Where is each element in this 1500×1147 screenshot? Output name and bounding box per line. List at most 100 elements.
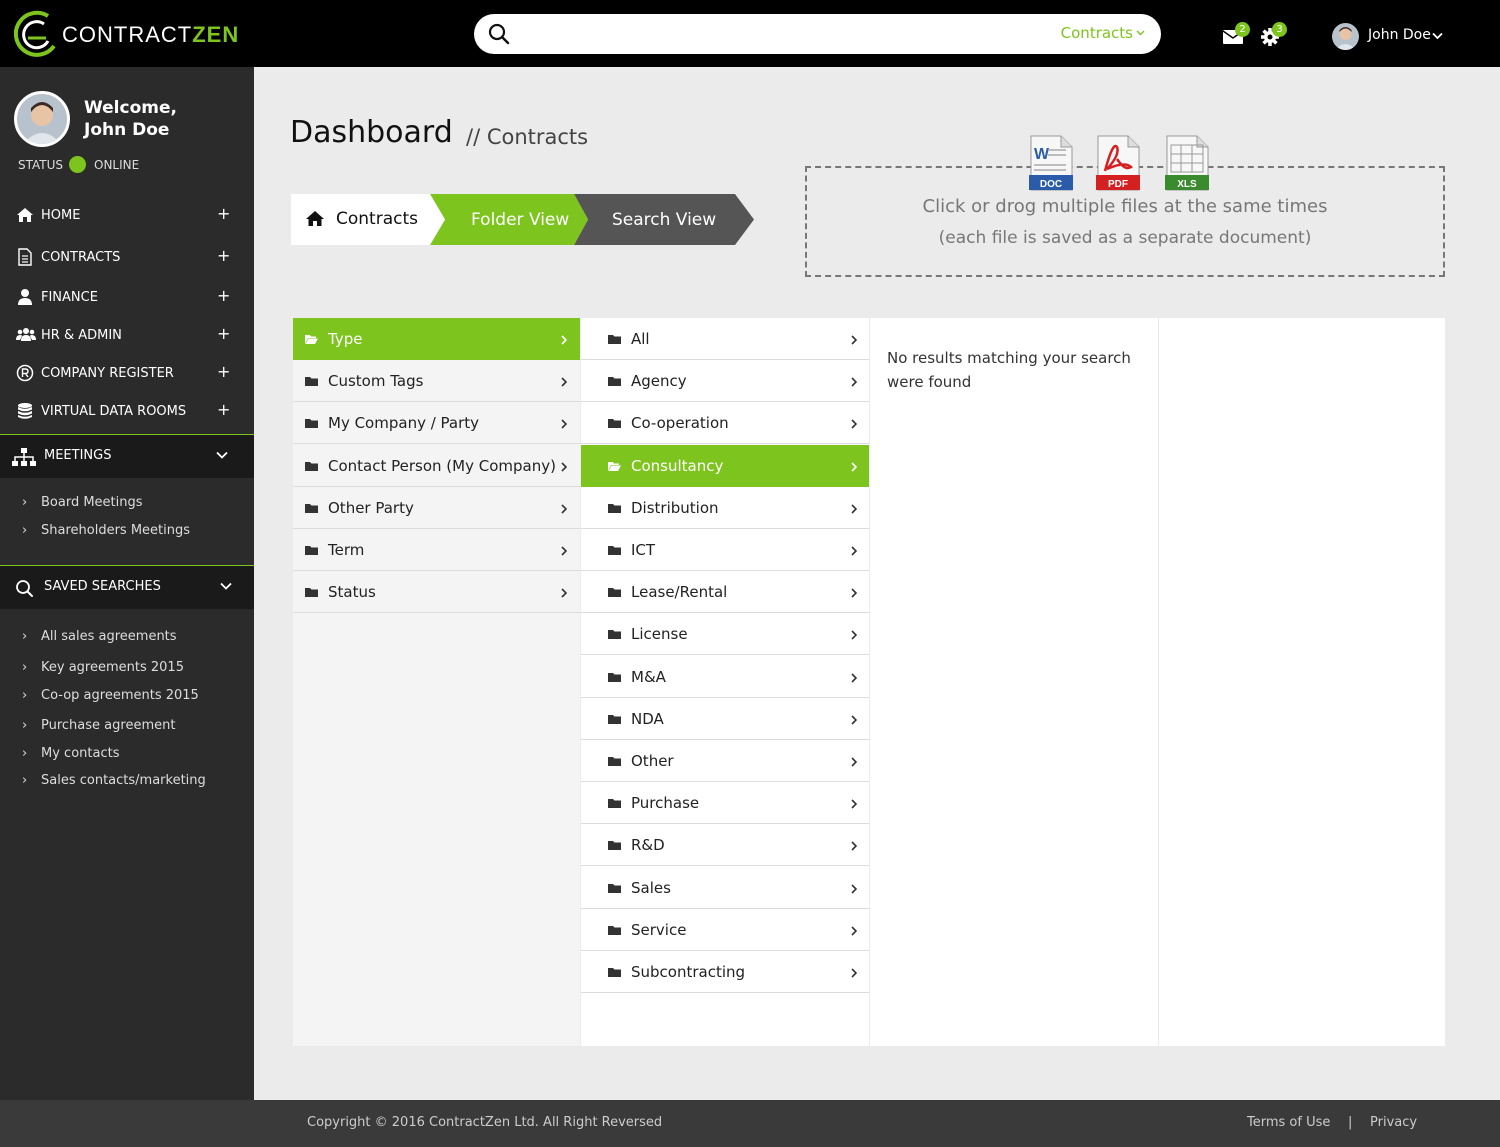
folder-row-label: ICT xyxy=(631,541,656,559)
folder-row-consultancy[interactable]: Consultancy xyxy=(581,444,869,487)
user-avatar[interactable] xyxy=(1332,23,1359,50)
folder-row-status[interactable]: Status xyxy=(293,571,580,614)
expand-plus-icon[interactable]: + xyxy=(217,286,230,305)
saved-search-item[interactable]: › My contacts xyxy=(22,746,119,761)
expand-plus-icon[interactable]: + xyxy=(217,204,230,223)
folder-row-subcontracting[interactable]: Subcontracting xyxy=(581,951,869,993)
chevron-right-icon: › xyxy=(22,523,28,538)
tab-contracts[interactable]: Contracts xyxy=(336,209,418,229)
chevron-right-icon xyxy=(561,504,567,514)
folder-row-my-company-party[interactable]: My Company / Party xyxy=(293,402,580,445)
folder-row-purchase[interactable]: Purchase xyxy=(581,782,869,825)
user-icon xyxy=(18,289,32,305)
tab-search-view[interactable]: Search View xyxy=(612,210,716,230)
folder-icon xyxy=(608,799,621,809)
folder-row-other-party[interactable]: Other Party xyxy=(293,487,580,529)
folder-row-label: Contact Person (My Company) xyxy=(328,456,556,475)
chevron-down-icon[interactable] xyxy=(1136,28,1145,37)
chevron-down-icon[interactable] xyxy=(1432,32,1443,40)
sidebar-section-meetings[interactable]: MEETINGS xyxy=(0,434,254,478)
folder-row-distribution[interactable]: Distribution xyxy=(581,487,869,529)
search-input[interactable] xyxy=(522,22,1062,46)
expand-plus-icon[interactable]: + xyxy=(217,400,230,419)
sidebar-subitem-board-meetings[interactable]: › Board Meetings xyxy=(22,495,143,510)
folder-row-lease-rental[interactable]: Lease/Rental xyxy=(581,571,869,614)
search-icon[interactable] xyxy=(488,23,510,45)
footer-separator: | xyxy=(1348,1115,1353,1130)
sidebar-item-virtual-data-rooms[interactable]: VIRTUAL DATA ROOMS + xyxy=(0,394,254,430)
folder-row-term[interactable]: Term xyxy=(293,529,580,571)
sidebar-item-hr-admin[interactable]: HR & ADMIN + xyxy=(0,318,254,354)
sidebar-item-contracts[interactable]: CONTRACTS + xyxy=(0,240,254,276)
sidebar-item-finance[interactable]: FINANCE + xyxy=(0,280,254,316)
folder-row-ict[interactable]: ICT xyxy=(581,529,869,571)
status-label: STATUS xyxy=(18,158,64,172)
folder-row-sales[interactable]: Sales xyxy=(581,867,869,909)
folder-row-label: Type xyxy=(328,330,363,348)
chevron-down-icon[interactable] xyxy=(216,451,228,459)
top-bar: CONTRACTZEN Contracts 2 3 John Doe xyxy=(0,0,1500,67)
sidebar-item-label: HR & ADMIN xyxy=(41,328,122,343)
expand-plus-icon[interactable]: + xyxy=(217,246,230,265)
folder-row-label: Consultancy xyxy=(631,456,724,475)
folder-row-m-a[interactable]: M&A xyxy=(581,656,869,698)
privacy-link[interactable]: Privacy xyxy=(1370,1115,1417,1130)
folder-row-label: Other Party xyxy=(328,498,414,517)
chevron-right-icon xyxy=(851,968,857,978)
folder-row-all[interactable]: All xyxy=(581,318,869,360)
sidebar-subitem-shareholders-meetings[interactable]: › Shareholders Meetings xyxy=(22,523,190,538)
folder-row-label: Distribution xyxy=(631,498,719,517)
expand-plus-icon[interactable]: + xyxy=(217,324,230,343)
svg-text:W: W xyxy=(1034,146,1050,163)
folder-row-label: Other xyxy=(631,752,674,770)
chevron-right-icon xyxy=(851,841,857,851)
terms-of-use-link[interactable]: Terms of Use xyxy=(1247,1115,1330,1130)
profile-avatar[interactable] xyxy=(14,91,70,147)
detail-column xyxy=(1159,318,1445,1046)
database-icon xyxy=(18,403,32,419)
no-results-message: No results matching your search were fou… xyxy=(887,349,1131,391)
folder-row-contact-person-my-company[interactable]: Contact Person (My Company) xyxy=(293,445,580,487)
folder-row-license[interactable]: License xyxy=(581,613,869,656)
folder-row-type[interactable]: Type xyxy=(293,318,580,360)
copyright-text: Copyright © 2016 ContractZen Ltd. All Ri… xyxy=(307,1115,663,1130)
folder-icon xyxy=(608,377,621,387)
chevron-down-icon[interactable] xyxy=(220,582,232,590)
chevron-right-icon xyxy=(561,546,567,556)
folder-row-label: Custom Tags xyxy=(328,372,424,391)
folder-row-r-d[interactable]: R&D xyxy=(581,824,869,867)
saved-search-item[interactable]: › Sales contacts/marketing xyxy=(22,773,206,788)
sidebar-section-label: SAVED SEARCHES xyxy=(44,579,161,594)
brand-logo[interactable]: CONTRACTZEN xyxy=(14,8,238,60)
folder-row-custom-tags[interactable]: Custom Tags xyxy=(293,360,580,403)
folder-row-nda[interactable]: NDA xyxy=(581,698,869,740)
folder-icon xyxy=(608,503,621,513)
folder-row-co-operation[interactable]: Co-operation xyxy=(581,402,869,445)
folder-row-service[interactable]: Service xyxy=(581,909,869,951)
page-subtitle-breadcrumb[interactable]: // Contracts xyxy=(466,125,588,149)
sidebar-item-home[interactable]: HOME + xyxy=(0,198,254,234)
pdf-file-icon: PDF xyxy=(1096,135,1140,191)
search-scope-select[interactable]: Contracts xyxy=(1061,24,1133,42)
saved-search-item[interactable]: › Co-op agreements 2015 xyxy=(22,688,199,703)
folder-row-label: Agency xyxy=(631,372,687,391)
saved-search-item[interactable]: › Purchase agreement xyxy=(22,718,175,733)
expand-plus-icon[interactable]: + xyxy=(217,362,230,381)
page-title: Dashboard xyxy=(290,115,453,150)
folder-row-other[interactable]: Other xyxy=(581,740,869,782)
saved-search-item[interactable]: › Key agreements 2015 xyxy=(22,660,184,675)
user-menu-name[interactable]: John Doe xyxy=(1368,27,1431,43)
home-icon xyxy=(17,208,33,222)
chevron-right-icon xyxy=(851,588,857,598)
tab-folder-view[interactable]: Folder View xyxy=(471,210,569,230)
sidebar-item-company-register[interactable]: COMPANY REGISTER + xyxy=(0,356,254,392)
folder-row-agency[interactable]: Agency xyxy=(581,360,869,403)
sidebar-section-saved-searches[interactable]: SAVED SEARCHES xyxy=(0,565,254,609)
footer: Copyright © 2016 ContractZen Ltd. All Ri… xyxy=(0,1100,1500,1147)
results-column: No results matching your search were fou… xyxy=(870,318,1158,1046)
users-icon xyxy=(16,328,36,341)
dropzone-instruction: Click or drog multiple files at the same… xyxy=(922,196,1328,217)
saved-search-item[interactable]: › All sales agreements xyxy=(22,629,177,644)
folder-row-label: License xyxy=(631,625,688,644)
chevron-right-icon xyxy=(851,715,857,725)
